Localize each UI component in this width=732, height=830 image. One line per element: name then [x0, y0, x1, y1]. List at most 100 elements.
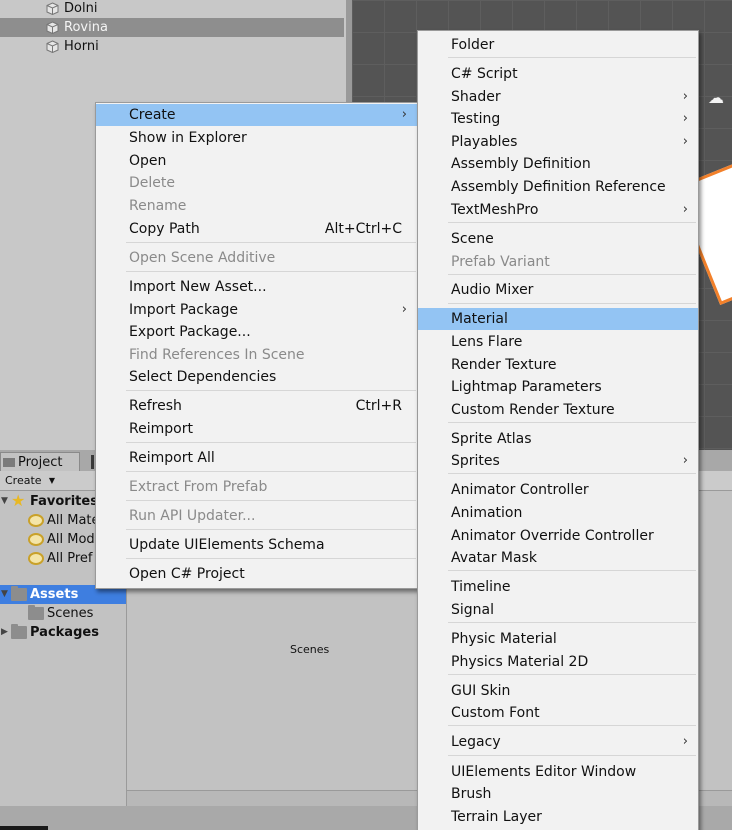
- create-item-animator-override-controller[interactable]: Animator Override Controller: [418, 525, 698, 547]
- menu-separator: [126, 500, 416, 501]
- menu-item-label: Sprite Atlas: [451, 431, 532, 447]
- menu-item-label: Reimport All: [129, 450, 215, 466]
- create-item-custom-font[interactable]: Custom Font: [418, 702, 698, 724]
- expanded-arrow-icon[interactable]: ▼: [1, 492, 8, 511]
- create-item-textmeshpro[interactable]: TextMeshPro ›: [418, 199, 698, 221]
- menu-item-label: Avatar Mask: [451, 550, 537, 566]
- menu-item-shortcut: Alt+Ctrl+C: [324, 221, 402, 237]
- create-item-material[interactable]: Material: [418, 308, 698, 330]
- hierarchy-item-horni[interactable]: Horni: [0, 37, 344, 56]
- menu-item-select-dependencies[interactable]: Select Dependencies: [96, 366, 417, 388]
- star-icon: ★: [11, 491, 26, 510]
- submenu-arrow-icon: ›: [401, 302, 407, 317]
- menu-item-label: Import Package: [129, 302, 238, 318]
- menu-item-label: Update UIElements Schema: [129, 537, 325, 553]
- menu-item-export-package[interactable]: Export Package...: [96, 321, 417, 343]
- menu-item-label: Prefab Variant: [451, 254, 550, 270]
- create-item-render-texture[interactable]: Render Texture: [418, 354, 698, 376]
- menu-separator: [126, 529, 416, 530]
- menu-item-rename: Rename: [96, 195, 417, 217]
- submenu-arrow-icon: ›: [401, 107, 407, 122]
- menu-item-import-new-asset[interactable]: Import New Asset...: [96, 276, 417, 298]
- tree-item-scenes[interactable]: Scenes: [0, 604, 126, 623]
- create-item-assembly-definition-reference[interactable]: Assembly Definition Reference: [418, 176, 698, 198]
- tab-console-edge[interactable]: [91, 455, 94, 469]
- hierarchy-item-label: Rovina: [64, 20, 108, 35]
- assets-context-menu: Create › Show in Explorer Open Delete Rename C…: [95, 102, 418, 589]
- create-submenu: Folder C# Script Shader › Testing › Playables ›…: [417, 30, 699, 830]
- create-item-legacy[interactable]: Legacy ›: [418, 731, 698, 753]
- tree-item-label: All Mate: [47, 513, 100, 528]
- submenu-arrow-icon: ›: [682, 111, 688, 126]
- create-item-folder[interactable]: Folder: [418, 34, 698, 56]
- menu-separator: [126, 558, 416, 559]
- gameobject-icon: [46, 40, 59, 54]
- menu-item-open[interactable]: Open: [96, 150, 417, 172]
- create-item-physics-material-2d[interactable]: Physics Material 2D: [418, 651, 698, 673]
- create-item-signal[interactable]: Signal: [418, 599, 698, 621]
- create-item-sprite-atlas[interactable]: Sprite Atlas: [418, 428, 698, 450]
- create-item-terrain-layer[interactable]: Terrain Layer: [418, 806, 698, 828]
- menu-item-open-c-project[interactable]: Open C# Project: [96, 563, 417, 585]
- menu-item-label: UIElements Editor Window: [451, 764, 637, 780]
- create-item-brush[interactable]: Brush: [418, 783, 698, 805]
- menu-item-label: Render Texture: [451, 357, 557, 373]
- create-item-timeline[interactable]: Timeline: [418, 576, 698, 598]
- dropdown-arrow-icon: ▼: [48, 476, 55, 485]
- menu-item-import-package[interactable]: Import Package ›: [96, 299, 417, 321]
- menu-item-show-in-explorer[interactable]: Show in Explorer: [96, 127, 417, 149]
- menu-item-label: Shader: [451, 89, 501, 105]
- create-item-physic-material[interactable]: Physic Material: [418, 628, 698, 650]
- menu-item-label: Select Dependencies: [129, 369, 277, 385]
- menu-item-label: Export Package...: [129, 324, 251, 340]
- menu-item-label: Custom Render Texture: [451, 402, 615, 418]
- create-item-audio-mixer[interactable]: Audio Mixer: [418, 279, 698, 301]
- menu-item-reimport-all[interactable]: Reimport All: [96, 447, 417, 469]
- menu-item-create[interactable]: Create ›: [96, 104, 417, 126]
- menu-item-label: Playables: [451, 134, 518, 150]
- create-item-sprites[interactable]: Sprites ›: [418, 450, 698, 472]
- project-tab-icon: [3, 458, 15, 467]
- menu-item-label: Show in Explorer: [129, 130, 247, 146]
- create-item-avatar-mask[interactable]: Avatar Mask: [418, 547, 698, 569]
- hierarchy-item-dolni[interactable]: Dolni: [0, 0, 344, 18]
- create-item-custom-render-texture[interactable]: Custom Render Texture: [418, 399, 698, 421]
- create-item-shader[interactable]: Shader ›: [418, 86, 698, 108]
- menu-item-reimport[interactable]: Reimport: [96, 418, 417, 440]
- collapsed-arrow-icon[interactable]: ▶: [1, 623, 8, 642]
- search-icon: [28, 533, 44, 546]
- create-item-lightmap-parameters[interactable]: Lightmap Parameters: [418, 376, 698, 398]
- expanded-arrow-icon[interactable]: ▼: [1, 585, 8, 604]
- create-item-c-script[interactable]: C# Script: [418, 63, 698, 85]
- create-item-animator-controller[interactable]: Animator Controller: [418, 479, 698, 501]
- menu-item-label: Sprites: [451, 453, 500, 469]
- create-item-scene[interactable]: Scene: [418, 228, 698, 250]
- tab-project-label: Project: [18, 455, 63, 470]
- submenu-arrow-icon: ›: [682, 89, 688, 104]
- create-item-uielements-editor-window[interactable]: UIElements Editor Window: [418, 761, 698, 783]
- create-item-testing[interactable]: Testing ›: [418, 108, 698, 130]
- menu-item-label: Animation: [451, 505, 523, 521]
- menu-item-update-uielements-schema[interactable]: Update UIElements Schema: [96, 534, 417, 556]
- menu-separator: [126, 271, 416, 272]
- create-button-label: Create: [5, 474, 42, 487]
- create-dropdown-button[interactable]: Create ▼: [2, 473, 59, 488]
- hierarchy-item-label: Horni: [64, 39, 99, 54]
- create-item-gui-skin[interactable]: GUI Skin: [418, 680, 698, 702]
- menu-item-run-api-updater: Run API Updater...: [96, 505, 417, 527]
- tree-item-packages[interactable]: ▶ Packages: [0, 623, 126, 642]
- menu-item-refresh[interactable]: Refresh Ctrl+R: [96, 395, 417, 417]
- hierarchy-item-rovina[interactable]: Rovina: [0, 18, 344, 37]
- menu-item-label: Material: [451, 311, 508, 327]
- create-item-assembly-definition[interactable]: Assembly Definition: [418, 153, 698, 175]
- menu-separator: [448, 570, 696, 571]
- tree-item-label: All Mod: [47, 532, 95, 547]
- tab-project[interactable]: Project: [0, 452, 80, 472]
- create-item-lens-flare[interactable]: Lens Flare: [418, 331, 698, 353]
- menu-item-label: Create: [129, 107, 176, 123]
- content-item-scenes[interactable]: Scenes: [290, 643, 329, 656]
- menu-item-copy-path[interactable]: Copy Path Alt+Ctrl+C: [96, 218, 417, 240]
- create-item-animation[interactable]: Animation: [418, 502, 698, 524]
- create-item-playables[interactable]: Playables ›: [418, 131, 698, 153]
- menu-item-label: Rename: [129, 198, 187, 214]
